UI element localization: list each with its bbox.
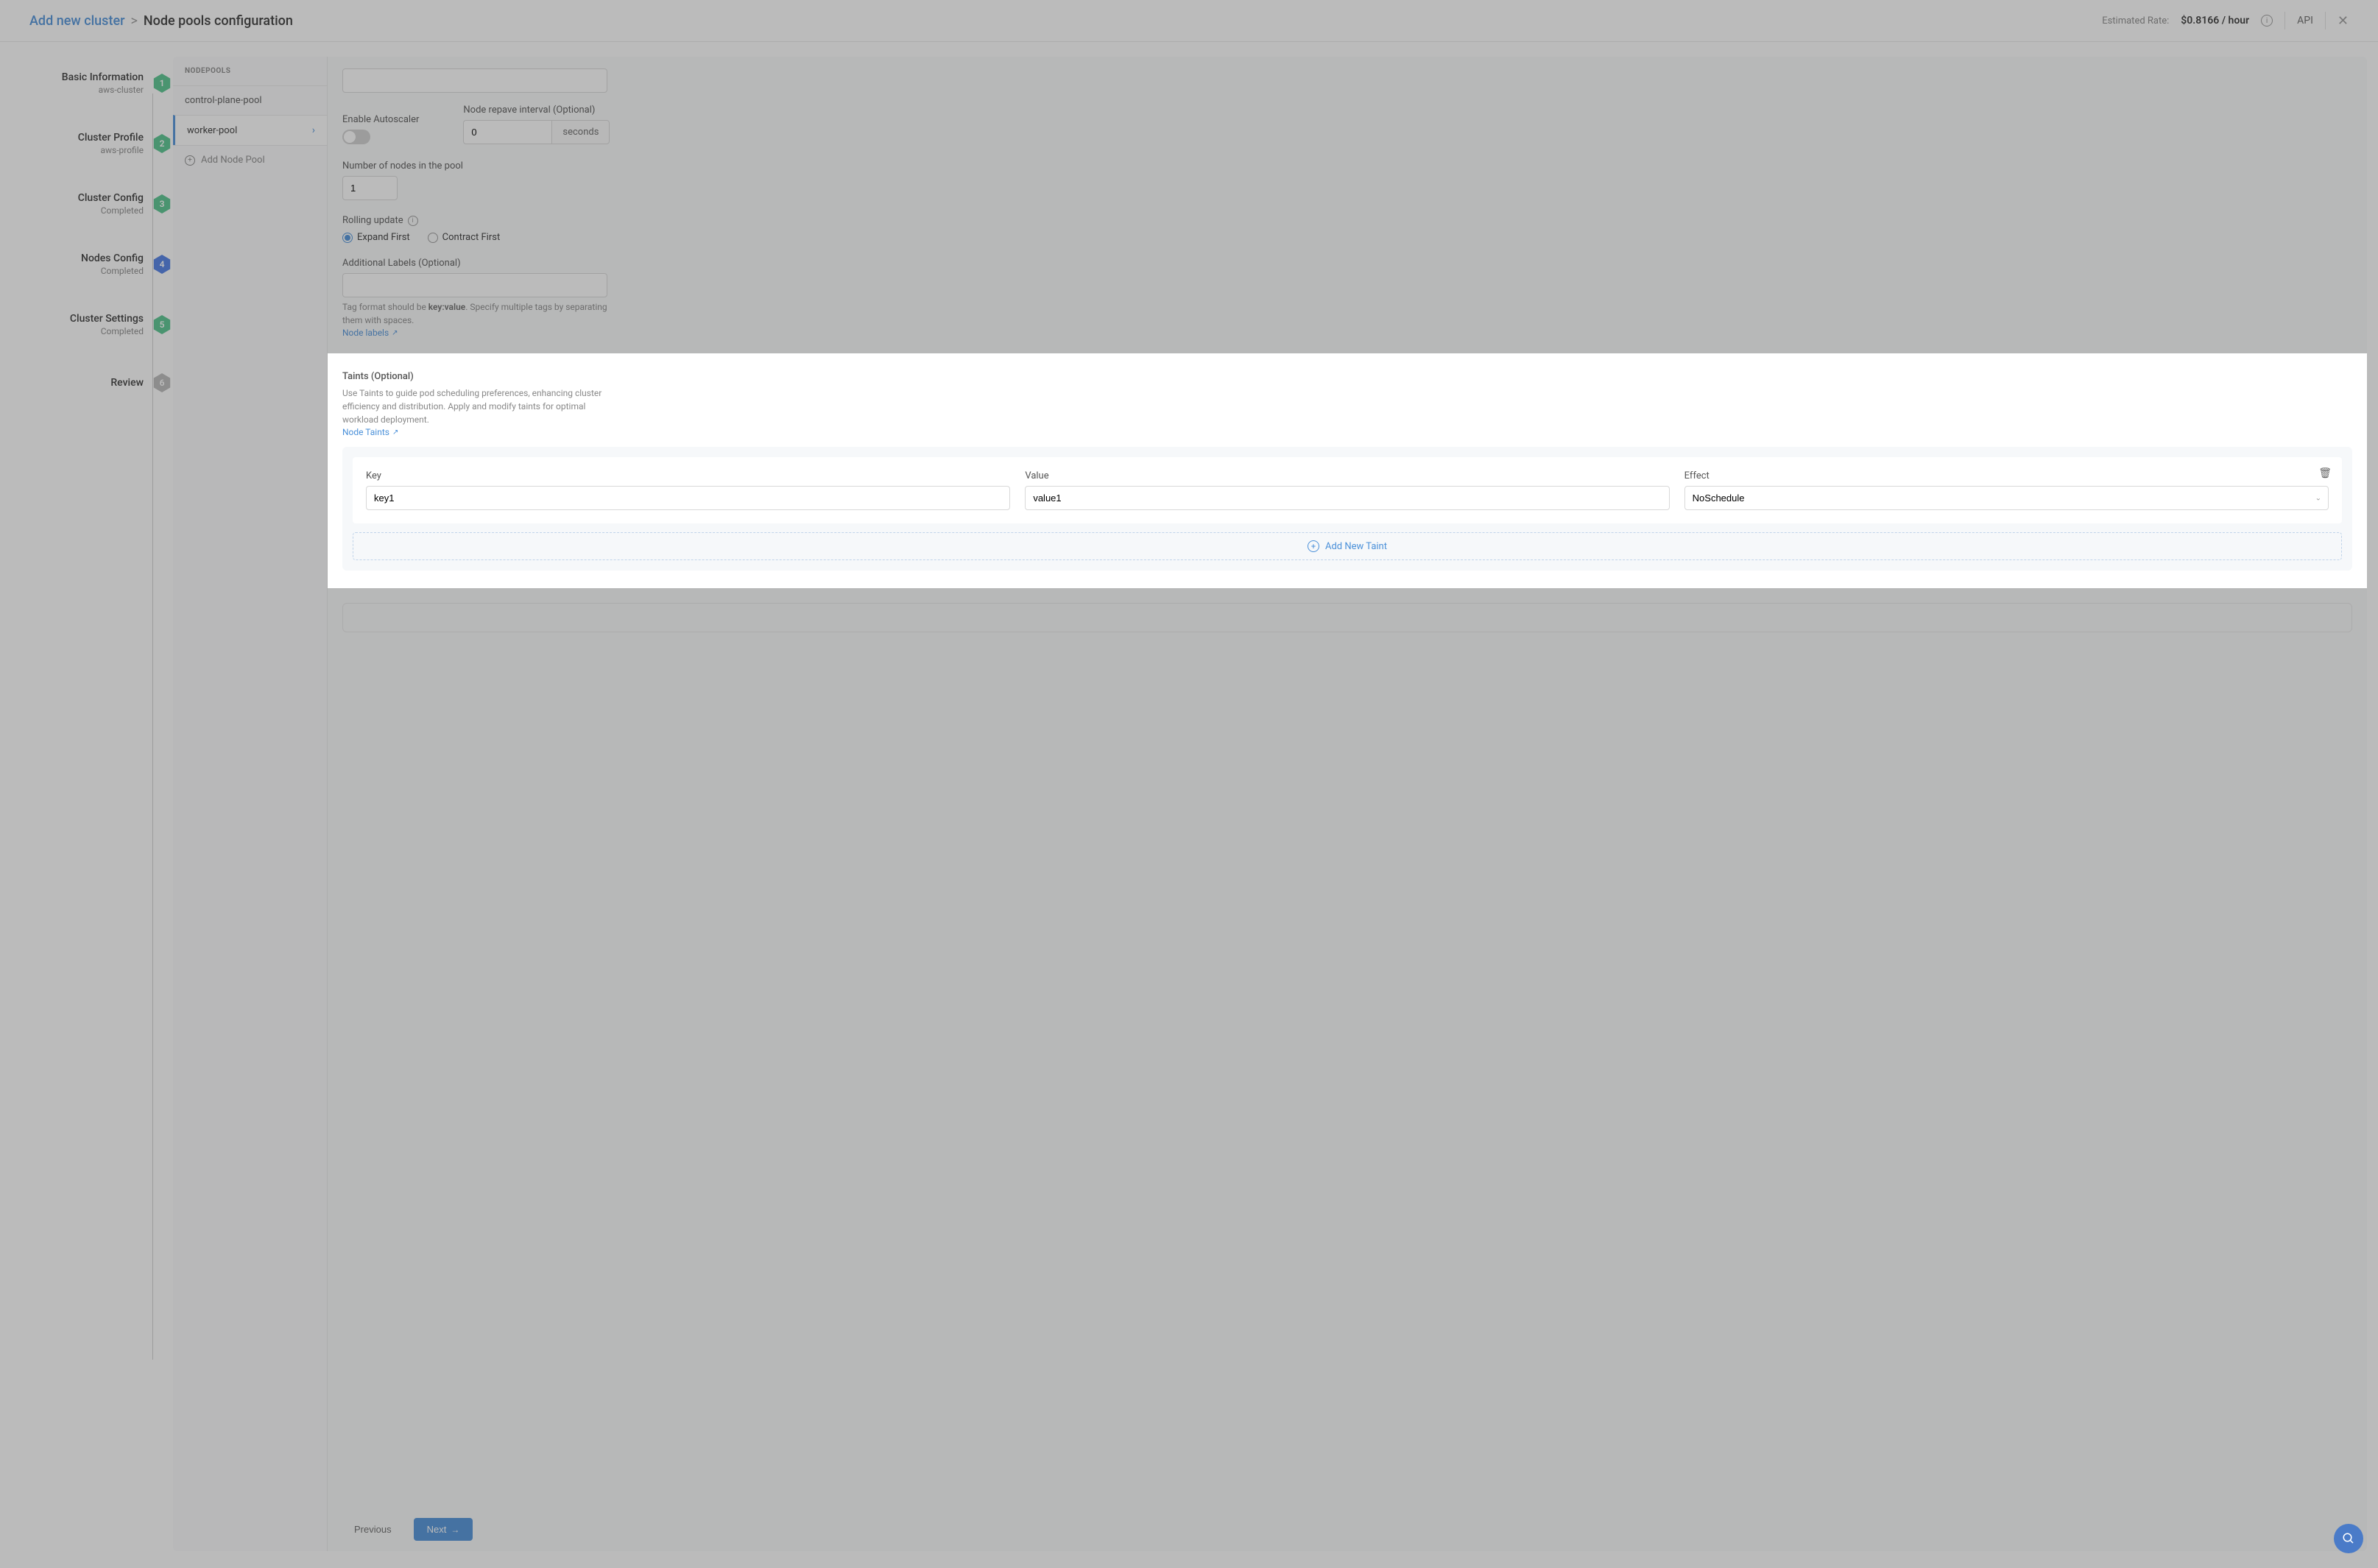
radio-label: Contract First [442,232,501,243]
step-subtitle: aws-cluster [62,85,144,95]
estimate-value: $0.8166 / hour [2181,15,2249,27]
next-button[interactable]: Next → [414,1518,473,1541]
page-title: Node pools configuration [144,13,293,29]
header: Add new cluster > Node pools configurati… [0,0,2378,42]
autoscaler-label: Enable Autoscaler [342,114,419,125]
step-badge: 4 [152,255,172,274]
stepper-line [152,93,153,1360]
step-subtitle: Completed [70,326,144,336]
add-nodepool-label: Add Node Pool [201,155,265,166]
add-taint-label: Add New Taint [1325,541,1387,552]
add-nodepool-button[interactable]: + Add Node Pool [173,145,327,174]
taint-key-label: Key [366,470,1010,481]
step-review[interactable]: Review 6 [0,373,162,392]
taints-container: 🗑 Key Value Effect [342,447,2352,571]
taint-key-input[interactable] [366,486,1010,510]
step-title: Nodes Config [81,252,144,264]
step-badge: 2 [152,134,172,153]
nodepool-item-worker[interactable]: worker-pool › [173,115,327,145]
plus-icon: + [185,155,195,166]
repave-unit: seconds [551,120,610,144]
taint-value-label: Value [1025,470,1669,481]
labels-label: Additional Labels (Optional) [342,258,2352,269]
radio-expand-first[interactable]: Expand First [342,232,410,243]
breadcrumb-link[interactable]: Add new cluster [29,13,124,29]
labels-help-text: Tag format should be key:value. Specify … [342,300,607,327]
stepper: Basic Information aws-cluster 1 Cluster … [0,42,162,1566]
name-input[interactable] [342,68,607,93]
taints-help-text: Use Taints to guide pod scheduling prefe… [342,386,607,426]
taint-value-input[interactable] [1025,486,1669,510]
external-link-icon: ↗ [392,428,398,437]
step-title: Basic Information [62,71,144,83]
help-fab-button[interactable] [2334,1524,2363,1553]
form-footer: Previous Next → [342,1518,473,1541]
step-badge: 6 [152,373,172,392]
num-nodes-label: Number of nodes in the pool [342,160,2352,172]
radio-icon [342,233,353,243]
repave-input[interactable] [463,120,551,144]
add-taint-button[interactable]: + Add New Taint [353,532,2342,560]
step-title: Cluster Profile [78,132,144,144]
node-taints-link[interactable]: Node Taints ↗ [342,427,398,437]
close-icon[interactable]: ✕ [2338,13,2349,29]
step-basic-information[interactable]: Basic Information aws-cluster 1 [0,71,162,95]
nodepool-item-label: control-plane-pool [185,95,262,106]
step-badge: 5 [152,315,172,334]
autoscaler-toggle[interactable] [342,130,370,144]
previous-button[interactable]: Previous [342,1518,403,1541]
delete-taint-icon[interactable]: 🗑 [2318,467,2332,479]
api-link[interactable]: API [2297,15,2313,27]
step-badge: 1 [152,74,172,93]
toggle-thumb [344,131,356,143]
step-nodes-config[interactable]: Nodes Config Completed 4 [0,252,162,276]
nodepools-header: NODEPOOLS [173,57,327,85]
step-cluster-settings[interactable]: Cluster Settings Completed 5 [0,313,162,336]
repave-label: Node repave interval (Optional) [463,105,610,116]
breadcrumb: Add new cluster > Node pools configurati… [29,13,293,29]
estimate-label: Estimated Rate: [2102,15,2169,27]
taint-row: 🗑 Key Value Effect [353,457,2342,523]
taint-effect-select[interactable] [1684,486,2329,510]
nodepool-item-control-plane[interactable]: control-plane-pool [173,85,327,115]
plus-icon: + [1308,540,1319,552]
taints-section: Taints (Optional) Use Taints to guide po… [328,353,2367,588]
nodepools-sidebar: NODEPOOLS control-plane-pool worker-pool… [173,57,328,1551]
form-area: Enable Autoscaler Node repave interval (… [328,57,2367,1551]
divider [2325,12,2326,29]
header-right: Estimated Rate: $0.8166 / hour i API ✕ [2102,12,2349,29]
taints-label: Taints (Optional) [342,371,2352,382]
rolling-update-label: Rolling update i [342,215,2352,226]
nodepool-item-label: worker-pool [187,125,237,136]
chevron-down-icon: ⌄ [2315,494,2321,502]
taint-effect-label: Effect [1684,470,2329,481]
radio-icon [428,233,438,243]
num-nodes-input[interactable] [342,176,398,200]
chevron-right-icon: › [312,124,315,136]
labels-input[interactable] [342,273,607,297]
radio-label: Expand First [357,232,410,243]
step-cluster-profile[interactable]: Cluster Profile aws-profile 2 [0,132,162,155]
breadcrumb-separator: > [130,13,137,29]
step-subtitle: aws-profile [78,145,144,155]
divider [2284,12,2285,29]
info-icon[interactable]: i [2261,15,2273,27]
radio-contract-first[interactable]: Contract First [428,232,501,243]
external-link-icon: ↗ [392,329,398,337]
arrow-right-icon: → [451,1525,459,1535]
lower-section [342,603,2352,632]
step-badge: 3 [152,194,172,213]
content-panel: NODEPOOLS control-plane-pool worker-pool… [173,57,2367,1551]
step-title: Cluster Settings [70,313,144,325]
step-subtitle: Completed [81,266,144,276]
info-icon[interactable]: i [408,216,418,226]
node-labels-link[interactable]: Node labels ↗ [342,328,398,338]
search-icon [2342,1532,2355,1545]
step-title: Cluster Config [78,192,144,204]
step-cluster-config[interactable]: Cluster Config Completed 3 [0,192,162,216]
step-title: Review [110,377,144,389]
step-subtitle: Completed [78,205,144,216]
